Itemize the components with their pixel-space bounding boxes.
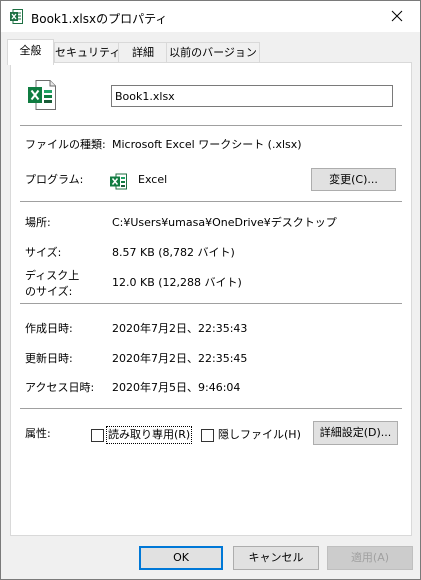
close-button[interactable] (374, 1, 420, 32)
readonly-checkbox[interactable]: 読み取り専用(R) (91, 426, 196, 444)
separator (20, 408, 402, 409)
readonly-checkbox-label: 読み取り専用(R) (105, 426, 193, 444)
hidden-checkbox[interactable]: 隠しファイル(H) (201, 428, 301, 442)
excel-file-icon (28, 80, 56, 110)
change-program-button[interactable]: 変更(C)... (311, 168, 396, 191)
accessed-value: 2020年7月5日、9:46:04 (112, 381, 241, 394)
created-value: 2020年7月2日、22:35:43 (112, 322, 248, 335)
excel-icon (110, 173, 127, 190)
separator (20, 303, 402, 304)
size-value: 8.57 KB (8,782 バイト) (112, 246, 235, 259)
tab-general[interactable]: 全般 (7, 39, 54, 65)
readonly-checkbox-box[interactable] (91, 429, 104, 442)
close-icon (391, 10, 403, 22)
tab-security[interactable]: セキュリティ (54, 42, 120, 63)
window-title: Book1.xlsxのプロパティ (31, 12, 168, 26)
disk-size-value: 12.0 KB (12,288 バイト) (112, 276, 242, 289)
separator (20, 125, 402, 126)
file-type-value: Microsoft Excel ワークシート (.xlsx) (112, 138, 302, 151)
size-label: サイズ: (25, 246, 62, 259)
ok-button[interactable]: OK (139, 546, 223, 570)
location-value: C:¥Users¥umasa¥OneDrive¥デスクトップ (112, 216, 337, 229)
file-type-label: ファイルの種類: (25, 138, 106, 151)
general-tab-panel: ファイルの種類: Microsoft Excel ワークシート (.xlsx) … (10, 62, 412, 536)
tab-previous-versions[interactable]: 以前のバージョン (166, 42, 260, 63)
modified-label: 更新日時: (25, 352, 73, 365)
tab-details[interactable]: 詳細 (118, 42, 168, 63)
attributes-label: 属性: (25, 427, 51, 440)
title-bar[interactable]: Book1.xlsxのプロパティ (1, 1, 420, 32)
cancel-button[interactable]: キャンセル (233, 546, 319, 570)
properties-dialog: Book1.xlsxのプロパティ 全般 セキュリティ 詳細 以前のバージョン フ… (0, 0, 421, 580)
disk-size-label-line1: ディスク上 (25, 269, 80, 282)
apply-button[interactable]: 適用(A) (327, 546, 413, 570)
created-label: 作成日時: (25, 322, 73, 335)
file-name-input[interactable] (111, 85, 393, 107)
disk-size-label-line2: のサイズ: (25, 285, 73, 298)
advanced-settings-button[interactable]: 詳細設定(D)... (313, 421, 398, 445)
hidden-checkbox-label: 隠しファイル(H) (218, 428, 301, 441)
location-label: 場所: (25, 216, 51, 229)
program-value: Excel (138, 173, 168, 186)
hidden-checkbox-box[interactable] (201, 429, 214, 442)
excel-icon (10, 9, 23, 24)
separator (20, 201, 402, 202)
program-label: プログラム: (25, 173, 84, 186)
accessed-label: アクセス日時: (25, 381, 95, 394)
modified-value: 2020年7月2日、22:35:45 (112, 352, 248, 365)
